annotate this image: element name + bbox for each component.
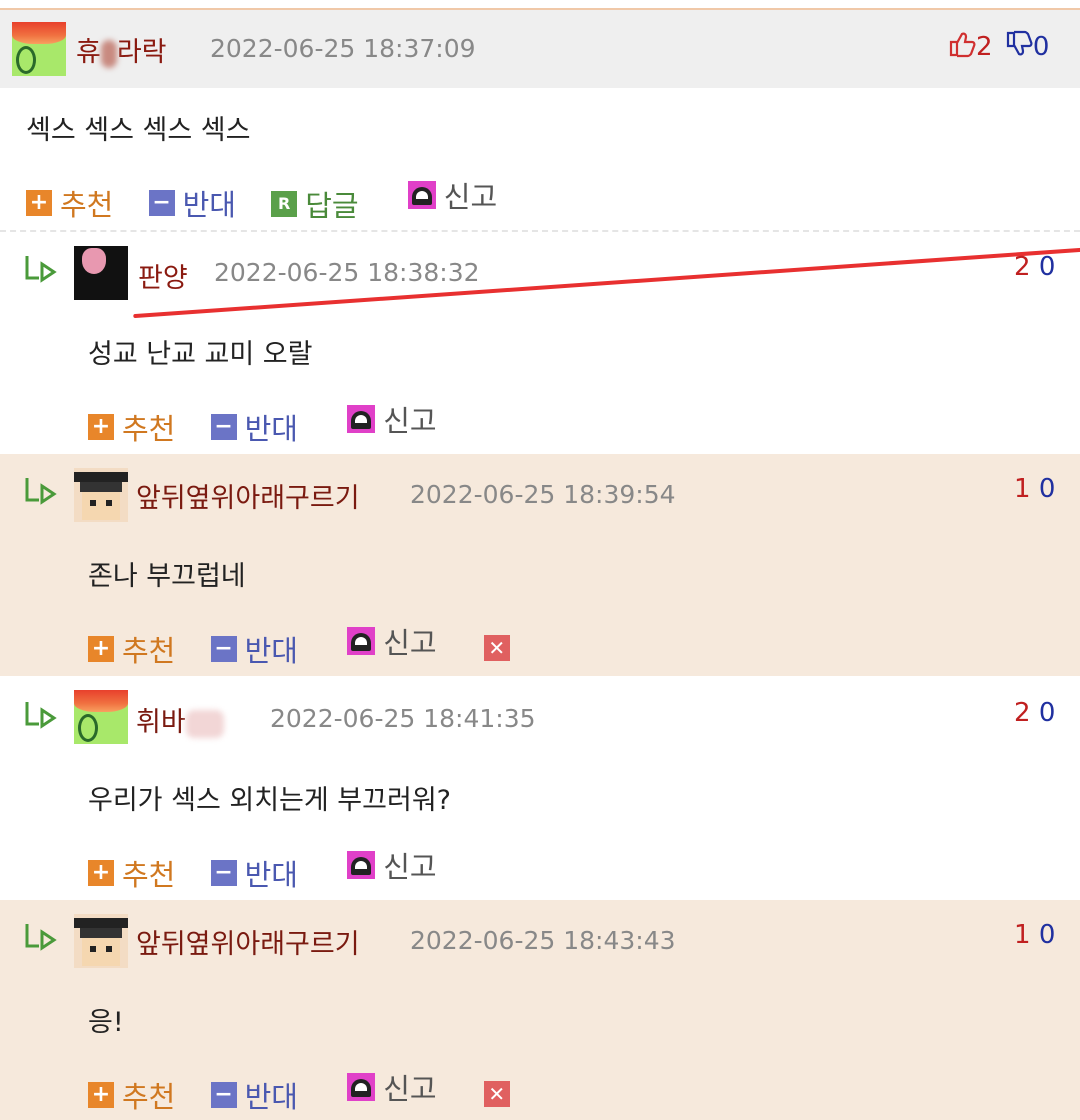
recommend-button[interactable]: + 추천 [88, 852, 175, 894]
plus-icon: + [26, 190, 52, 216]
minus-icon: − [210, 414, 237, 440]
comment-date: 2022-06-25 18:39:54 [410, 480, 676, 509]
main-comment-header: 휴 라락 2022-06-25 18:37:09 2 0 [0, 10, 1080, 88]
reply-icon: R [271, 191, 298, 217]
plus-icon: + [88, 414, 114, 440]
reply-arrow-icon [24, 476, 60, 510]
recommend-button[interactable]: + 추천 [26, 182, 113, 224]
plus-icon: + [88, 1082, 114, 1108]
delete-icon: ✕ [483, 1081, 510, 1107]
delete-button[interactable]: ✕ [483, 635, 518, 661]
minus-icon: − [210, 1082, 237, 1108]
reply-item: 휘바 2022-06-25 18:41:35 2 0 우리가 섹스 외치는게 부… [0, 678, 1080, 898]
vote-counts: 2 0 [1014, 252, 1056, 282]
avatar[interactable] [74, 690, 128, 744]
comment-date: 2022-06-25 18:43:43 [410, 926, 676, 955]
comment-body: 섹스 섹스 섹스 섹스 [26, 115, 251, 146]
avatar[interactable] [12, 22, 66, 76]
comment-actions: + 추천 − 반대 신고 ✕ [88, 1066, 544, 1116]
siren-icon [347, 851, 376, 879]
reply-item: 앞뒤옆위아래구르기 2022-06-25 18:43:43 1 0 응! + 추천… [0, 900, 1080, 1120]
comment-actions: + 추천 − 반대 신고 [88, 844, 463, 894]
minus-icon: − [148, 190, 175, 216]
comment-body: 성교 난교 교미 오랄 [88, 339, 313, 370]
report-button[interactable]: 신고 [347, 1066, 437, 1108]
delete-icon: ✕ [483, 635, 510, 661]
siren-icon [407, 181, 436, 209]
report-button[interactable]: 신고 [347, 844, 437, 886]
vote-counts: 2 0 [948, 30, 1049, 65]
thumb-up-icon[interactable] [948, 30, 976, 65]
avatar[interactable] [74, 468, 128, 522]
thumb-down-icon[interactable] [1005, 30, 1033, 65]
siren-icon [347, 1073, 376, 1101]
avatar[interactable] [74, 246, 128, 300]
comment-date: 2022-06-25 18:41:35 [270, 704, 536, 733]
comment-actions: + 추천 − 반대 신고 ✕ [88, 620, 544, 670]
minus-icon: − [210, 636, 237, 662]
oppose-button[interactable]: − 반대 [210, 852, 298, 894]
reply-item: 앞뒤옆위아래구르기 2022-06-25 18:39:54 1 0 존나 부끄럽… [0, 454, 1080, 676]
comment-actions: + 추천 − 반대 R 답글 신고 [26, 174, 523, 225]
plus-icon: + [88, 636, 114, 662]
delete-button[interactable]: ✕ [483, 1081, 518, 1107]
oppose-button[interactable]: − 반대 [210, 406, 298, 448]
comment-body: 우리가 섹스 외치는게 부끄러워? [88, 785, 451, 816]
reply-item: 판양 2022-06-25 18:38:32 2 0 성교 난교 교미 오랄 +… [0, 230, 1080, 454]
vote-counts: 2 0 [1014, 698, 1056, 728]
comment-body: 존나 부끄럽네 [88, 561, 246, 592]
siren-icon [347, 627, 376, 655]
vote-counts: 1 0 [1014, 474, 1056, 504]
author-nickname[interactable]: 휘바 [136, 700, 224, 739]
top-border [0, 0, 1080, 10]
down-count: 0 [1032, 32, 1050, 62]
oppose-button[interactable]: − 반대 [210, 628, 298, 670]
plus-icon: + [88, 860, 114, 886]
author-nickname[interactable]: 앞뒤옆위아래구르기 [136, 922, 360, 961]
recommend-button[interactable]: + 추천 [88, 406, 175, 448]
reply-arrow-icon [24, 254, 60, 288]
reply-button[interactable]: R 답글 [271, 183, 359, 225]
minus-icon: − [210, 860, 237, 886]
comment-date: 2022-06-25 18:38:32 [214, 258, 480, 287]
reply-arrow-icon [24, 700, 60, 734]
report-button[interactable]: 신고 [347, 620, 437, 662]
reply-arrow-icon [24, 922, 60, 956]
author-nickname[interactable]: 앞뒤옆위아래구르기 [136, 476, 360, 515]
comment-body: 응! [88, 1007, 124, 1038]
report-button[interactable]: 신고 [407, 174, 497, 216]
up-count: 2 [976, 32, 993, 62]
recommend-button[interactable]: + 추천 [88, 1074, 175, 1116]
author-nickname[interactable]: 휴 라락 [76, 30, 167, 69]
comment-actions: + 추천 − 반대 신고 [88, 398, 463, 448]
comment-date: 2022-06-25 18:37:09 [210, 34, 476, 63]
report-button[interactable]: 신고 [347, 398, 437, 440]
recommend-button[interactable]: + 추천 [88, 628, 175, 670]
main-comment-body-area: 섹스 섹스 섹스 섹스 + 추천 − 반대 R 답글 신고 [0, 88, 1080, 230]
vote-counts: 1 0 [1014, 920, 1056, 950]
oppose-button[interactable]: − 반대 [148, 182, 236, 224]
avatar[interactable] [74, 914, 128, 968]
oppose-button[interactable]: − 반대 [210, 1074, 298, 1116]
siren-icon [347, 405, 376, 433]
